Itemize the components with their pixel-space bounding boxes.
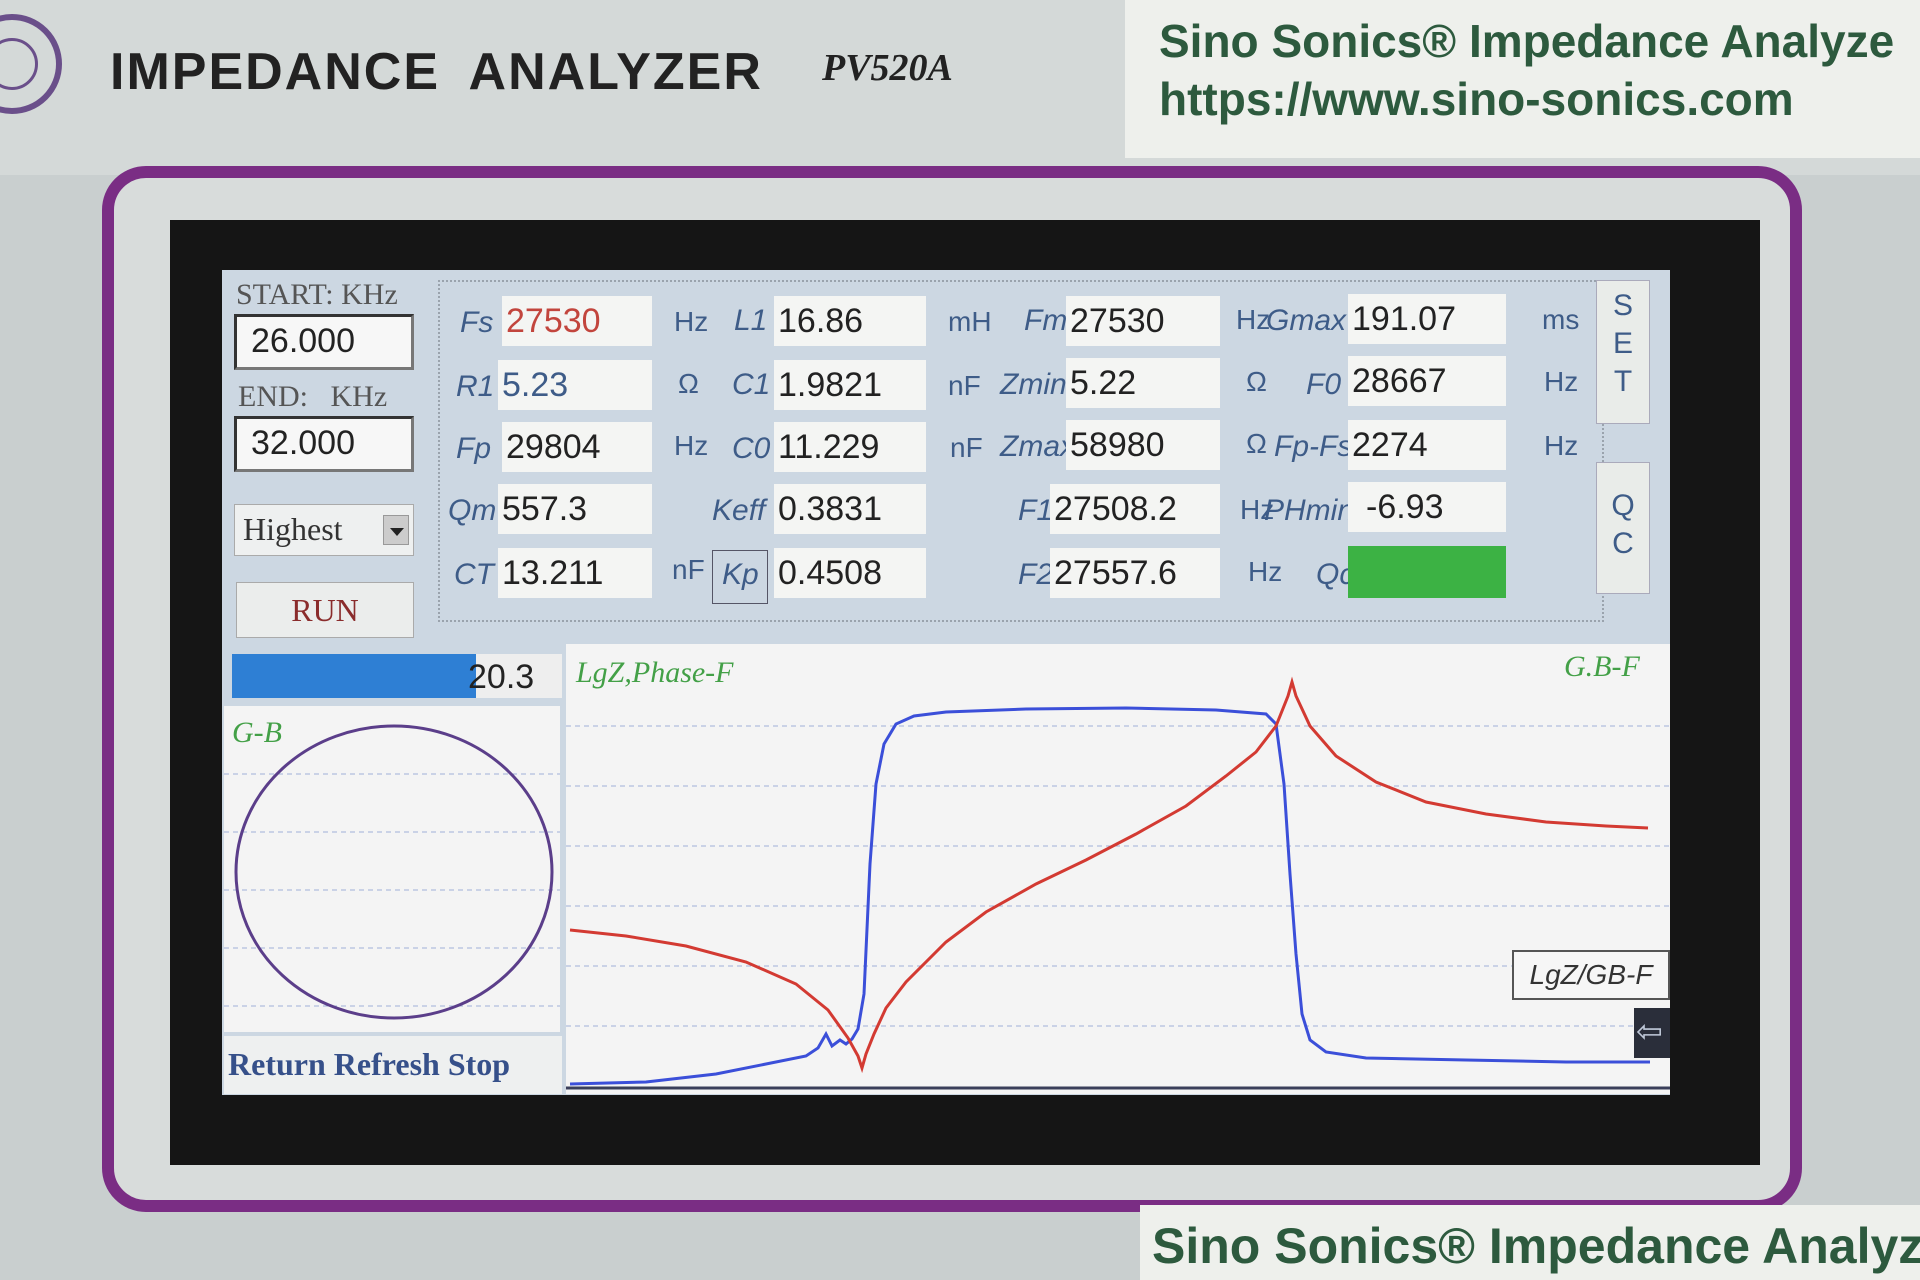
kp-label: Kp [722, 558, 759, 591]
r1-unit: Ω [678, 368, 699, 399]
impedance-curve [569, 676, 1649, 1074]
gb-admittance-circle [234, 724, 554, 1020]
device-header: IMPEDANCE ANALYZER PV520A Sino Sonics® I… [0, 0, 1920, 175]
start-label: START: KHz [236, 278, 398, 311]
c1-label: C1 [732, 368, 771, 401]
fp-value: 29804 [502, 422, 652, 472]
zmax-label: Zmax [1000, 430, 1075, 463]
gb-plot: G-B [224, 706, 560, 1032]
gb-f-plot-label: G.B-F [1564, 650, 1640, 683]
keff-value: 0.3831 [774, 484, 926, 534]
fp-label: Fp [456, 432, 492, 465]
qc-button-q: Q [1611, 489, 1635, 522]
kp-value: 0.4508 [774, 548, 926, 598]
f2-label: F2 [1018, 558, 1054, 591]
nav-buttons[interactable]: Return Refresh Stop [224, 1036, 562, 1094]
qc-button-c: C [1612, 527, 1634, 560]
precision-value: Highest [243, 511, 343, 547]
gmax-value: 191.07 [1348, 294, 1506, 344]
zmin-value: 5.22 [1066, 358, 1220, 408]
sweep-progress-bar: 20.3 [232, 654, 562, 698]
phmin-value: -6.93 [1348, 482, 1506, 532]
ct-unit: nF [672, 554, 705, 585]
chevron-down-icon[interactable] [383, 515, 409, 545]
gb-plot-svg [224, 724, 560, 1020]
end-freq-input[interactable]: 32.000 [234, 416, 414, 472]
fm-label: Fm [1024, 304, 1068, 337]
keff-label: Keff [712, 494, 766, 527]
f2-value: 27557.6 [1050, 548, 1220, 598]
l1-value: 16.86 [774, 296, 926, 346]
c0-unit: nF [950, 432, 983, 463]
device-title: IMPEDANCE ANALYZER [110, 43, 763, 101]
ct-value: 13.211 [498, 548, 652, 598]
zmin-label: Zmin [1000, 368, 1067, 401]
start-freq-input[interactable]: 26.000 [234, 314, 414, 370]
zmax-value: 58980 [1066, 420, 1220, 470]
brand-label-bottom-text: Sino Sonics® Impedance Analyz [1152, 1218, 1920, 1274]
set-button-e: E [1612, 327, 1633, 360]
brand-logo-icon [0, 14, 62, 114]
fp-fs-label: Fp-Fs [1274, 430, 1353, 463]
ct-label: CT [454, 558, 494, 591]
brand-label-bottom: Sino Sonics® Impedance Analyz [1140, 1205, 1920, 1280]
back-arrow-icon[interactable] [1634, 1008, 1670, 1058]
progress-fill [232, 654, 477, 698]
lgz-phase-plot: LgZ,Phase-F G.B-F [566, 644, 1670, 1094]
f1-label: F1 [1018, 494, 1054, 527]
fp-fs-value: 2274 [1348, 420, 1506, 470]
qm-label: Qm [448, 494, 497, 527]
c1-unit: nF [948, 370, 981, 401]
phase-curve [569, 706, 1650, 1086]
f0-unit: Hz [1544, 366, 1579, 397]
fp-fs-unit: Hz [1544, 430, 1579, 461]
set-button[interactable]: S E T [1596, 280, 1650, 424]
gmax-label: Gmax [1266, 304, 1347, 337]
f0-label: F0 [1306, 368, 1342, 401]
qc-button[interactable]: Q C [1596, 462, 1650, 594]
run-button[interactable]: RUN [236, 582, 414, 638]
f2-unit: Hz [1248, 556, 1283, 587]
plot-mode-button[interactable]: LgZ/GB-F [1512, 950, 1670, 1000]
precision-dropdown[interactable]: Highest [234, 504, 414, 556]
fs-value: 27530 [502, 296, 652, 346]
fs-unit: Hz [674, 306, 709, 337]
end-label: END: KHz [238, 380, 388, 413]
l1-label: L1 [734, 304, 768, 337]
zmax-unit: Ω [1246, 428, 1267, 459]
set-button-s: S [1612, 289, 1633, 322]
r1-label: R1 [456, 370, 495, 403]
f0-value: 28667 [1348, 356, 1506, 406]
c0-label: C0 [732, 432, 771, 465]
r1-value: 5.23 [498, 360, 652, 410]
fp-unit: Hz [674, 430, 709, 461]
parameter-panel: Fs 27530 Hz R1 5.23 Ω Fp 29804 Hz Qm 557… [438, 280, 1604, 622]
qm-value: 557.3 [498, 484, 652, 534]
gmax-unit: ms [1542, 304, 1580, 335]
analyzer-screen: START: KHz 26.000 END: KHz 32.000 Highes… [222, 270, 1670, 1095]
brand-label-name: Sino Sonics® Impedance Analyze [1159, 15, 1895, 67]
fm-value: 27530 [1066, 296, 1220, 346]
fs-label: Fs [460, 306, 494, 339]
zmin-unit: Ω [1246, 366, 1267, 397]
f1-value: 27508.2 [1050, 484, 1220, 534]
lgz-phase-plot-svg [566, 676, 1670, 1090]
l1-unit: mH [948, 306, 992, 337]
gb-plot-label: G-B [232, 716, 282, 749]
qc-status-indicator [1348, 546, 1506, 598]
lgz-phase-plot-label: LgZ,Phase-F [576, 656, 734, 689]
device-model: PV520A [822, 47, 953, 89]
phmin-label: PHmin [1264, 494, 1355, 527]
progress-value: 20.3 [468, 658, 535, 696]
brand-label: Sino Sonics® Impedance Analyze https://w… [1125, 0, 1920, 158]
set-button-t: T [1613, 365, 1633, 398]
brand-label-url: https://www.sino-sonics.com [1159, 73, 1794, 125]
c0-value: 11.229 [774, 422, 926, 472]
c1-value: 1.9821 [774, 360, 926, 410]
